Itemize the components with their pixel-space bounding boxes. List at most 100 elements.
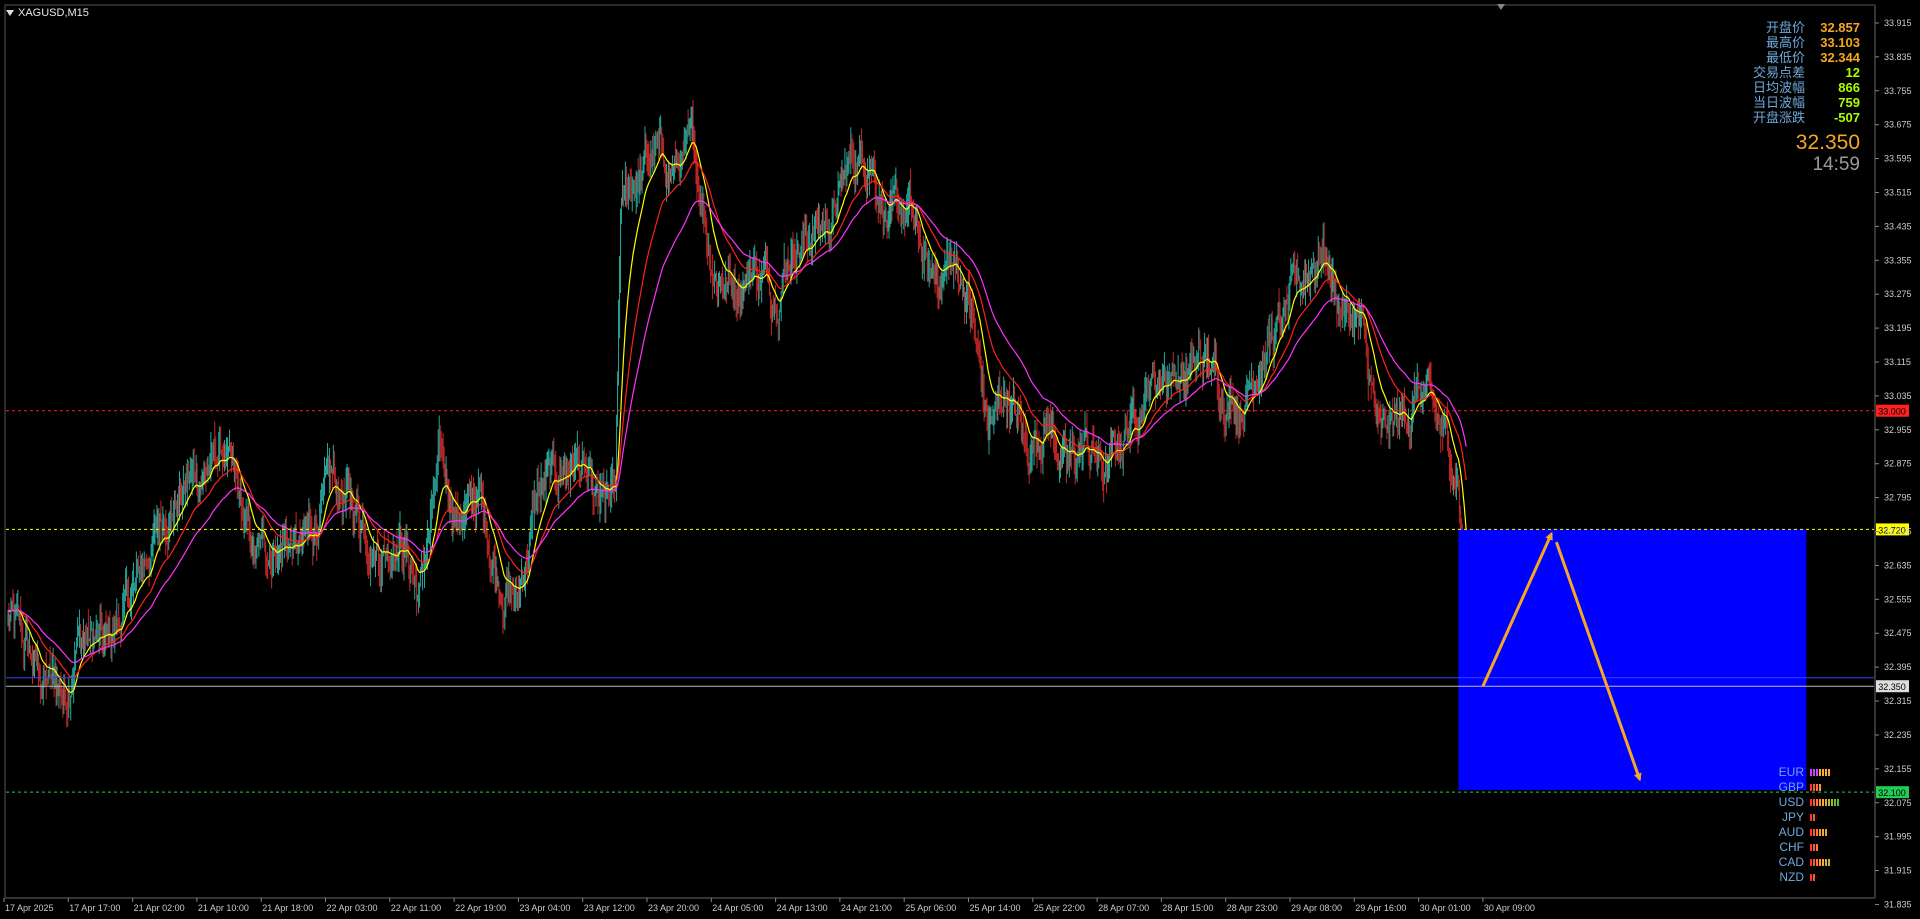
- chart-title[interactable]: XAGUSD,M15: [6, 4, 89, 22]
- price-tick-label: 32.075: [1884, 798, 1912, 808]
- strength-bar: [1816, 784, 1818, 791]
- time-tick-label: 21 Apr 10:00: [198, 903, 249, 913]
- strength-bars: [1810, 874, 1815, 881]
- price-tick-label: 32.635: [1884, 560, 1912, 570]
- strength-bar: [1813, 814, 1815, 821]
- strength-bar: [1828, 859, 1830, 866]
- strength-bar: [1834, 799, 1836, 806]
- price-tick-label: 32.715: [1884, 527, 1912, 537]
- info-value: 32.344: [1820, 50, 1860, 65]
- info-label: 交易点差: [1752, 65, 1805, 80]
- strength-bar: [1825, 829, 1827, 836]
- info-row: 交易点差 12: [1753, 65, 1860, 80]
- strength-bar: [1813, 829, 1815, 836]
- price-tick-label: 33.595: [1884, 154, 1912, 164]
- target-zone-layer[interactable]: [1458, 529, 1807, 791]
- currency-label: CHF: [1779, 840, 1804, 854]
- info-value: 12: [1845, 65, 1860, 80]
- strength-bar: [1831, 799, 1833, 806]
- info-label: 最高价: [1765, 35, 1805, 50]
- currency-strength-meter: EUR GBP USD JPY AUD CHF CAD NZD: [1770, 765, 1839, 885]
- strength-bars: [1810, 844, 1818, 851]
- strength-bar: [1810, 784, 1812, 791]
- strength-bar: [1813, 769, 1815, 776]
- time-axis[interactable]: 17 Apr 2025 17 Apr 17:00 21 Apr 02:00 21 Ap…: [3, 897, 1874, 913]
- time-tick-label: 28 Apr 07:00: [1098, 903, 1149, 913]
- info-row: 最高价 33.103: [1753, 35, 1860, 50]
- strength-row: GBP: [1770, 780, 1839, 795]
- info-value: 33.103: [1820, 35, 1860, 50]
- strength-bar: [1837, 799, 1839, 806]
- strength-bar: [1816, 844, 1818, 851]
- strength-bars: [1810, 829, 1827, 836]
- strength-bar: [1825, 859, 1827, 866]
- price-tick-label: 33.835: [1884, 52, 1912, 62]
- ma-fast-line: [7, 142, 1467, 694]
- price-tick-label: 32.955: [1884, 425, 1912, 435]
- strength-row: CAD: [1770, 855, 1839, 870]
- info-value: 866: [1838, 80, 1860, 95]
- moving-averages-layer: [7, 142, 1467, 694]
- time-tick-label: 24 Apr 05:00: [712, 903, 763, 913]
- time-tick-label: 28 Apr 15:00: [1162, 903, 1213, 913]
- strength-bar: [1816, 829, 1818, 836]
- price-tick-label: 33.675: [1884, 120, 1912, 130]
- info-value: 32.857: [1820, 20, 1860, 35]
- chart-menu-triangle-icon[interactable]: [6, 10, 14, 16]
- time-tick-label: 29 Apr 16:00: [1355, 903, 1406, 913]
- strength-bar: [1813, 799, 1815, 806]
- price-tick-label: 32.475: [1884, 628, 1912, 638]
- time-tick-label: 24 Apr 13:00: [777, 903, 828, 913]
- time-tick-label: 17 Apr 17:00: [69, 903, 120, 913]
- time-tick-label: 30 Apr 01:00: [1420, 903, 1471, 913]
- strength-bars: [1810, 814, 1815, 821]
- price-tick-label: 33.355: [1884, 255, 1912, 265]
- strength-bar: [1810, 859, 1812, 866]
- strength-bar: [1810, 799, 1812, 806]
- strength-bar: [1822, 799, 1824, 806]
- strength-bar: [1822, 859, 1824, 866]
- price-axis[interactable]: 33.915 33.835 33.755 33.675 33.595 33.515 33.4…: [1874, 6, 1912, 909]
- strength-bars: [1810, 799, 1839, 806]
- time-tick-label: 21 Apr 18:00: [262, 903, 313, 913]
- price-tick-label: 33.515: [1884, 187, 1912, 197]
- currency-label: JPY: [1781, 810, 1804, 824]
- strength-bar: [1813, 859, 1815, 866]
- strength-bars: [1810, 784, 1821, 791]
- info-label: 开盘涨跌: [1752, 110, 1805, 125]
- currency-label: NZD: [1779, 870, 1804, 884]
- strength-bar: [1810, 769, 1812, 776]
- price-level-label: 32.100: [1878, 788, 1906, 798]
- price-tick-label: 31.835: [1884, 899, 1912, 909]
- ma-slow-line: [7, 197, 1467, 664]
- price-tick-label: 31.995: [1884, 832, 1912, 842]
- strength-bar: [1816, 859, 1818, 866]
- price-tick-label: 33.915: [1884, 18, 1912, 28]
- time-tick-label: 25 Apr 14:00: [970, 903, 1021, 913]
- price-tick-label: 32.235: [1884, 730, 1912, 740]
- info-row: 开盘价 32.857: [1753, 20, 1860, 35]
- target-zone[interactable]: [1458, 529, 1807, 791]
- time-tick-label: 23 Apr 20:00: [648, 903, 699, 913]
- info-label: 当日波幅: [1752, 95, 1805, 110]
- time-tick-label: 22 Apr 03:00: [327, 903, 378, 913]
- info-value: 759: [1838, 95, 1860, 110]
- symbol-label: XAGUSD,M15: [18, 7, 89, 19]
- bar-timer: 14:59: [1812, 154, 1860, 175]
- info-row: 当日波幅 759: [1753, 95, 1860, 110]
- price-tick-label: 33.115: [1884, 357, 1911, 367]
- price-tick-label: 32.315: [1884, 696, 1912, 706]
- strength-bar: [1828, 769, 1830, 776]
- ma-mid-line: [7, 161, 1467, 679]
- strength-bar: [1825, 799, 1827, 806]
- strength-bar: [1819, 859, 1821, 866]
- strength-row: EUR: [1770, 765, 1839, 780]
- shift-marker-triangle-icon[interactable]: [1497, 4, 1505, 10]
- time-tick-label: 29 Apr 08:00: [1291, 903, 1342, 913]
- strength-bar: [1822, 829, 1824, 836]
- strength-bar: [1819, 784, 1821, 791]
- strength-bar: [1810, 829, 1812, 836]
- price-chart[interactable]: 33.00032.72032.35032.100 33.91533.83533.…: [0, 0, 1920, 919]
- price-tick-label: 32.155: [1884, 764, 1912, 774]
- time-tick-label: 30 Apr 09:00: [1484, 903, 1535, 913]
